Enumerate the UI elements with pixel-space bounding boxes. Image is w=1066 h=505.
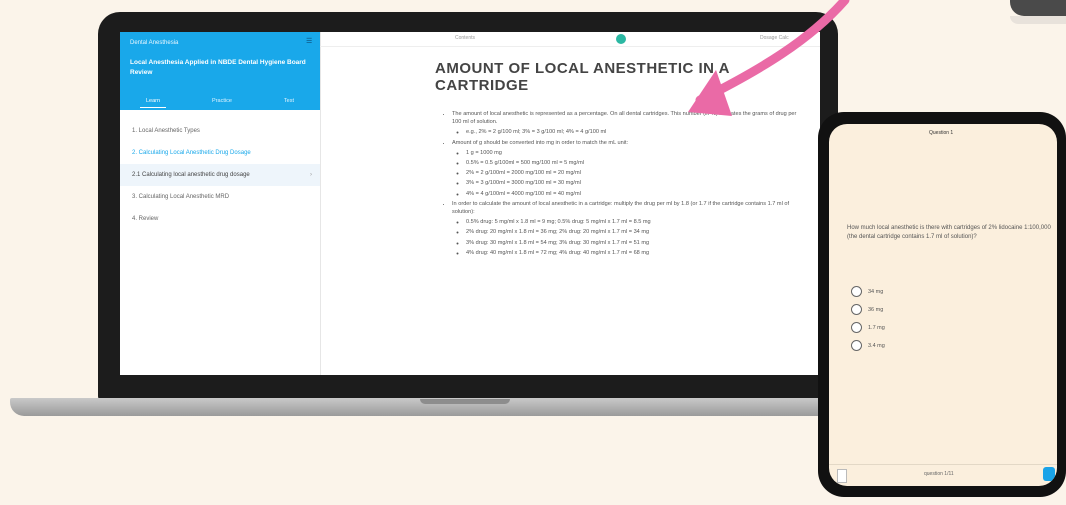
answer-option[interactable]: 3.4 mg xyxy=(851,340,885,351)
tab-learn[interactable]: Learn xyxy=(139,96,167,108)
answer-option[interactable]: 1.7 mg xyxy=(851,322,885,333)
tab-test[interactable]: Test xyxy=(278,96,300,108)
next-button[interactable] xyxy=(1043,467,1055,481)
answer-option[interactable]: 36 mg xyxy=(851,304,883,315)
chevron-right-icon: › xyxy=(310,172,312,178)
quiz-question: How much local anesthetic is there with … xyxy=(847,225,1051,240)
option-label: 3.4 mg xyxy=(868,342,885,349)
question-counter: question 1/11 xyxy=(924,471,954,477)
back-button[interactable] xyxy=(837,469,847,483)
radio-icon[interactable] xyxy=(851,322,862,333)
sidebar-header: Dental Anesthesia ☰ Local Anesthesia App… xyxy=(120,32,320,110)
sidebar-item-label: 2.1 Calculating local anesthetic drug do… xyxy=(132,172,250,178)
phone-footer: question 1/11 xyxy=(829,464,1057,486)
sidebar-item-review[interactable]: 4. Review xyxy=(120,208,320,230)
paragraph: 4% = 4 g/100ml = 4000 mg/100 ml = 40 mg/… xyxy=(466,190,802,198)
radio-icon[interactable] xyxy=(851,286,862,297)
paragraph: 2% drug: 20 mg/ml x 1.8 ml = 36 mg; 2% d… xyxy=(466,228,802,236)
course-title: Local Anesthesia Applied in NBDE Dental … xyxy=(130,59,306,76)
sidebar-item-dosage[interactable]: 2. Calculating Local Anesthetic Drug Dos… xyxy=(120,142,320,164)
paragraph: 1 g = 1000 mg xyxy=(466,149,802,157)
paragraph: 3% drug: 30 mg/ml x 1.8 ml = 54 mg; 3% d… xyxy=(466,239,802,247)
paragraph: 3% = 3 g/100ml = 3000 mg/100 ml = 30 mg/… xyxy=(466,179,802,187)
menu-icon[interactable]: ☰ xyxy=(306,38,313,45)
paragraph: In order to calculate the amount of loca… xyxy=(452,200,802,216)
sidebar-tabs: Learn Practice Test xyxy=(120,96,320,108)
tab-practice[interactable]: Practice xyxy=(206,96,238,108)
sidebar-item-mrd[interactable]: 3. Calculating Local Anesthetic MRD xyxy=(120,186,320,208)
phone-status: Question 1 xyxy=(929,130,954,136)
option-label: 34 mg xyxy=(868,288,884,295)
sidebar-item-dosage-sub[interactable]: 2.1 Calculating local anesthetic drug do… xyxy=(120,164,320,186)
radio-icon[interactable] xyxy=(851,304,862,315)
sidebar: Dental Anesthesia ☰ Local Anesthesia App… xyxy=(120,32,321,375)
paragraph: 2% = 2 g/100ml = 2000 mg/100 ml = 20 mg/… xyxy=(466,169,802,177)
sidebar-top-label: Dental Anesthesia xyxy=(130,40,179,46)
radio-icon[interactable] xyxy=(851,340,862,351)
laptop-notch xyxy=(420,399,510,404)
logo-icon xyxy=(616,34,626,44)
option-label: 1.7 mg xyxy=(868,324,885,331)
topbar-left-label[interactable]: Contents xyxy=(455,35,475,41)
option-label: 36 mg xyxy=(868,306,884,313)
paragraph: 4% drug: 40 mg/ml x 1.8 ml = 72 mg; 4% d… xyxy=(466,249,802,257)
phone-screen: Question 1 How much local anesthetic is … xyxy=(829,124,1057,486)
sidebar-item-types[interactable]: 1. Local Anesthetic Types xyxy=(120,120,320,142)
paragraph: 0.5% = 0.5 g/100ml = 500 mg/100 ml = 5 m… xyxy=(466,159,802,167)
paragraph: 0.5% drug: 5 mg/ml x 1.8 ml = 9 mg; 0.5%… xyxy=(466,218,802,226)
answer-option[interactable]: 34 mg xyxy=(851,286,883,297)
device-corner xyxy=(1010,0,1066,16)
sidebar-list: 1. Local Anesthetic Types 2. Calculating… xyxy=(120,120,320,230)
device-corner-highlight xyxy=(1010,16,1066,24)
